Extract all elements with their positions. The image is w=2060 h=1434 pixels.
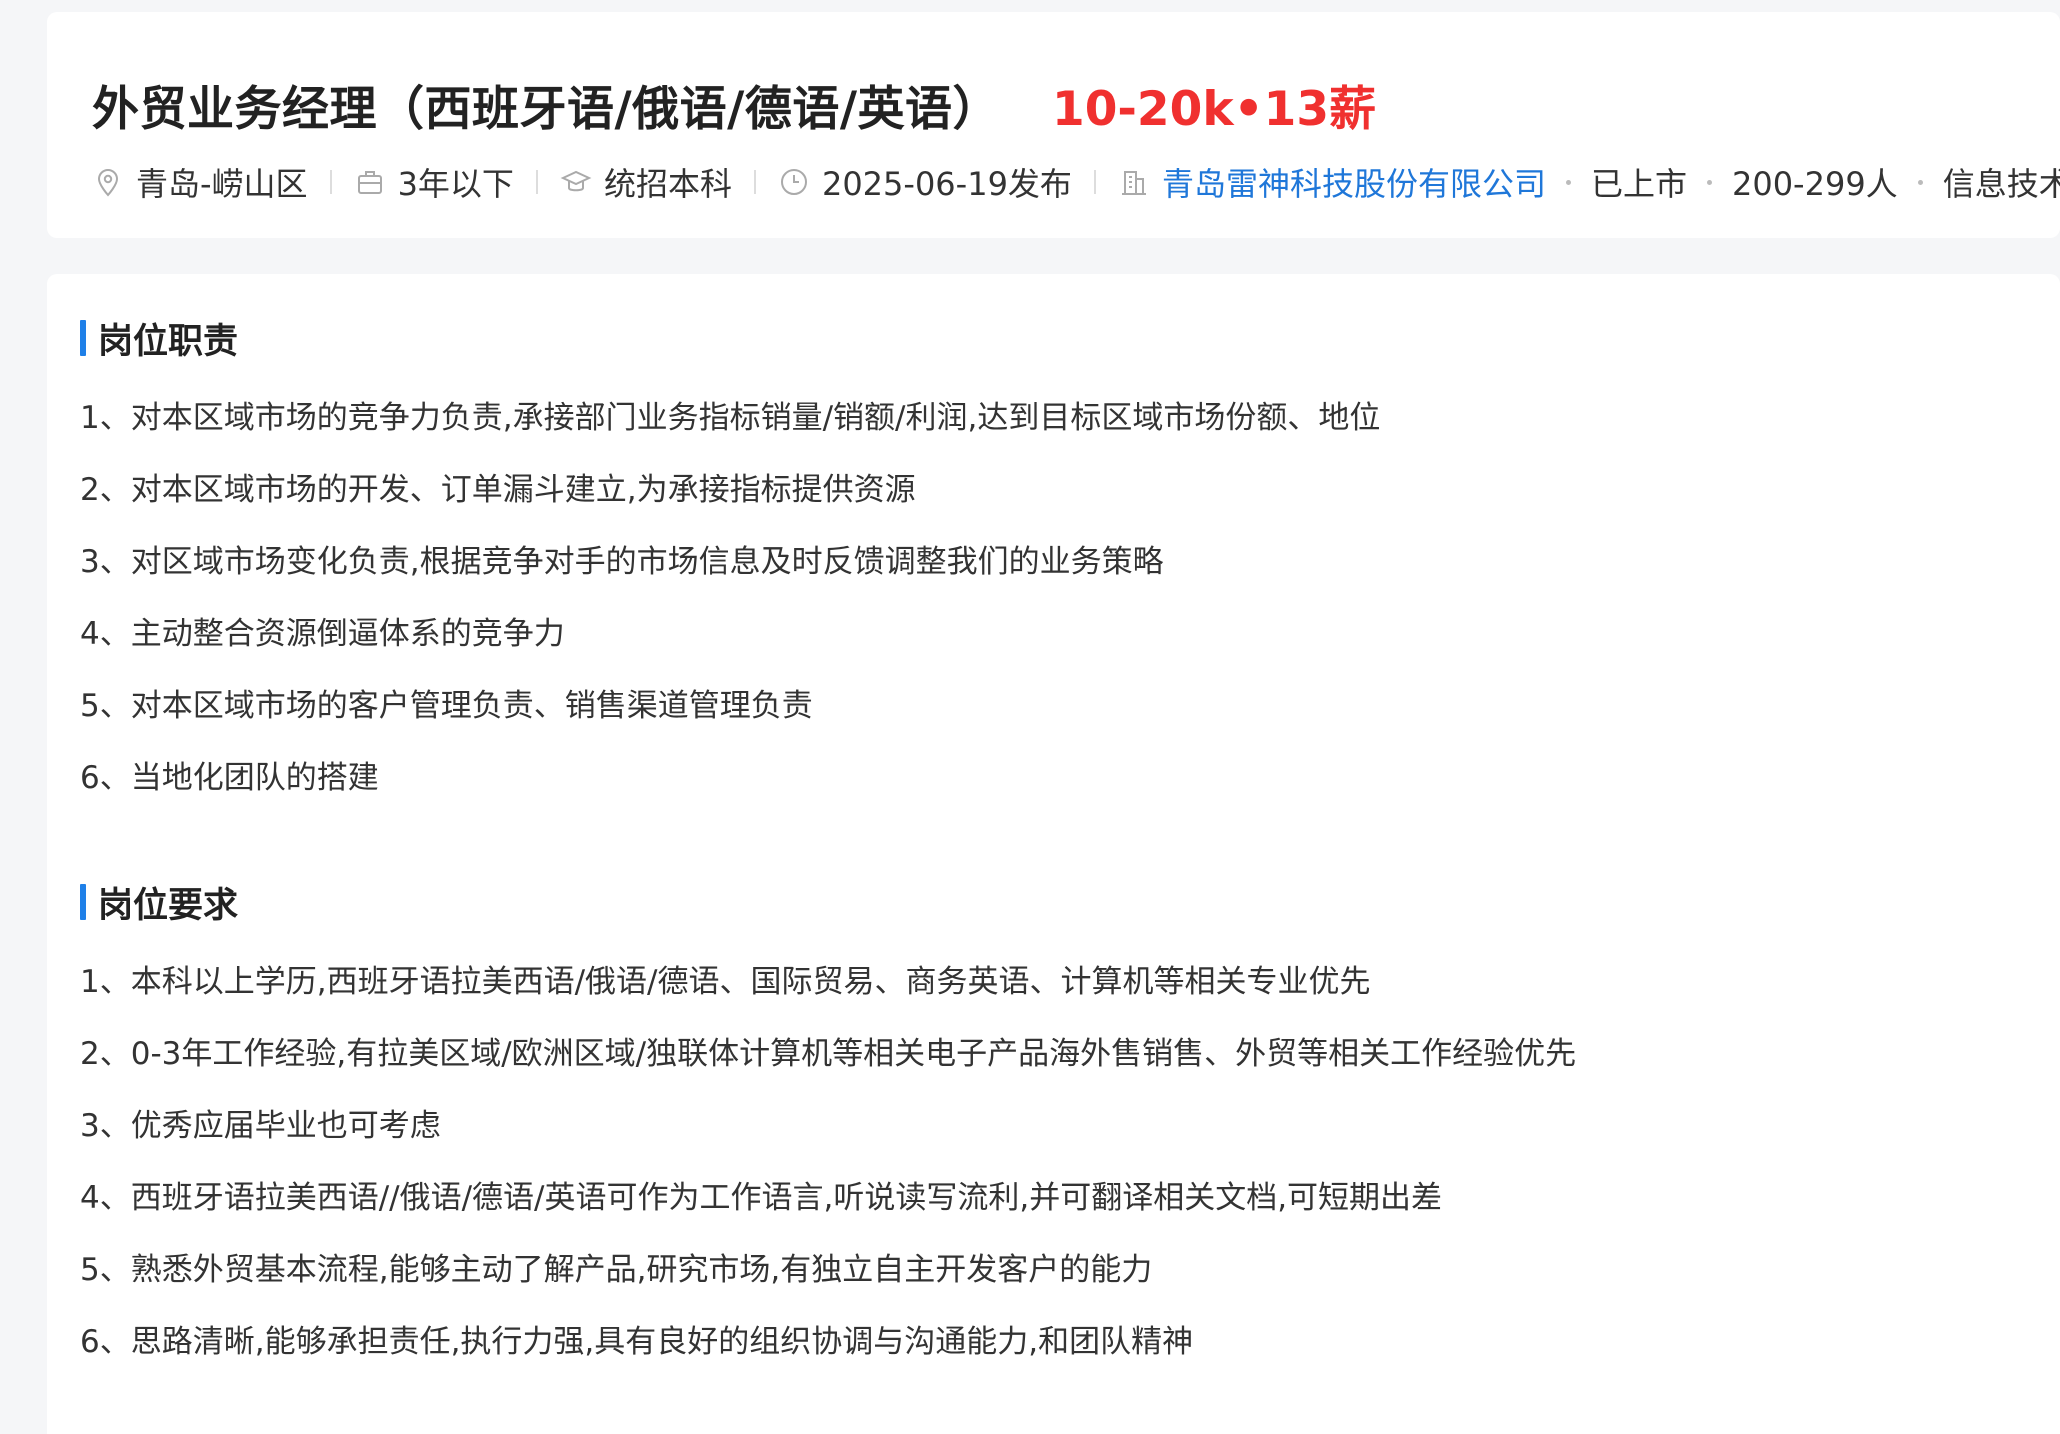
company-name-link[interactable]: 青岛雷神科技股份有限公司 [1162,159,1546,205]
clock-icon [778,166,810,198]
job-meta-row: 青岛-崂山区 3年以下 统招本科 2025-06-19发布 青岛雷神科技股份有限… [92,154,2060,210]
meta-dot [1706,179,1712,185]
industry: 信息技术 [1942,165,2060,203]
list-item: 1、本科以上学历,西班牙语拉美西语/俄语/德语、国际贸易、商务英语、计算机等相关… [80,964,1371,1000]
section-accent-bar [80,320,86,356]
job-title-row: 外贸业务经理（西班牙语/俄语/德语/英语） 10-20k•13薪 [92,60,1376,148]
section-title: 岗位要求 [80,876,1980,928]
job-header-card: 外贸业务经理（西班牙语/俄语/德语/英语） 10-20k•13薪 青岛-崂山区 [47,12,2060,238]
location-text: 青岛-崂山区 [136,165,308,203]
location-pin-icon [92,166,124,198]
published-text: 2025-06-19发布 [821,165,1072,203]
listing-status: 已上市 [1590,165,1687,203]
list-item: 4、西班牙语拉美西语//俄语/德语/英语可作为工作语言,听说读写流利,并可翻译相… [80,1180,1443,1216]
list-item: 2、对本区域市场的开发、订单漏斗建立,为承接指标提供资源 [80,472,916,508]
company-size: 200-299人 [1731,165,1898,203]
salary: 10-20k•13薪 [1052,81,1377,137]
list-item: 6、思路清晰,能够承担责任,执行力强,具有良好的组织协调与沟通能力,和团队精神 [80,1324,1194,1360]
requirements-title: 岗位要求 [98,885,239,926]
building-icon [1118,166,1150,198]
meta-dot [1917,179,1923,185]
job-description-card: 岗位职责 1、对本区域市场的竞争力负责,承接部门业务指标销量/销额/利润,达到目… [47,274,2060,1434]
responsibilities-list: 1、对本区域市场的竞争力负责,承接部门业务指标销量/销额/利润,达到目标区域市场… [80,382,1980,814]
meta-education: 统招本科 [560,159,732,205]
list-item: 4、主动整合资源倒逼体系的竞争力 [80,616,565,652]
responsibilities-section: 岗位职责 1、对本区域市场的竞争力负责,承接部门业务指标销量/销额/利润,达到目… [80,312,1980,814]
meta-separator [535,170,538,194]
section-title: 岗位职责 [80,312,1980,364]
list-item: 1、对本区域市场的竞争力负责,承接部门业务指标销量/销额/利润,达到目标区域市场… [80,400,1381,436]
graduation-cap-icon [560,166,592,198]
education-text: 统招本科 [603,165,732,203]
list-item: 6、当地化团队的搭建 [80,760,379,796]
meta-separator [753,170,756,194]
requirements-list: 1、本科以上学历,西班牙语拉美西语/俄语/德语、国际贸易、商务英语、计算机等相关… [80,946,1980,1378]
responsibilities-title: 岗位职责 [98,321,239,362]
job-title: 外贸业务经理（西班牙语/俄语/德语/英语） [92,81,1000,137]
list-item: 3、优秀应届毕业也可考虑 [80,1108,441,1144]
meta-experience: 3年以下 [354,159,514,205]
meta-published: 2025-06-19发布 [778,159,1072,205]
meta-dot [1565,179,1571,185]
list-item: 3、对区域市场变化负责,根据竞争对手的市场信息及时反馈调整我们的业务策略 [80,544,1164,580]
meta-company[interactable]: 青岛雷神科技股份有限公司 [1118,159,1546,205]
section-accent-bar [80,884,86,920]
list-item: 2、0-3年工作经验,有拉美区域/欧洲区域/独联体计算机等相关电子产品海外售销售… [80,1036,1577,1072]
briefcase-icon [354,166,386,198]
meta-separator [1093,170,1096,194]
requirements-section: 岗位要求 1、本科以上学历,西班牙语拉美西语/俄语/德语、国际贸易、商务英语、计… [80,876,1980,1378]
list-item: 5、熟悉外贸基本流程,能够主动了解产品,研究市场,有独立自主开发客户的能力 [80,1252,1153,1288]
meta-separator [329,170,332,194]
meta-location: 青岛-崂山区 [92,159,308,205]
list-item: 5、对本区域市场的客户管理负责、销售渠道管理负责 [80,688,813,724]
experience-text: 3年以下 [397,165,514,203]
